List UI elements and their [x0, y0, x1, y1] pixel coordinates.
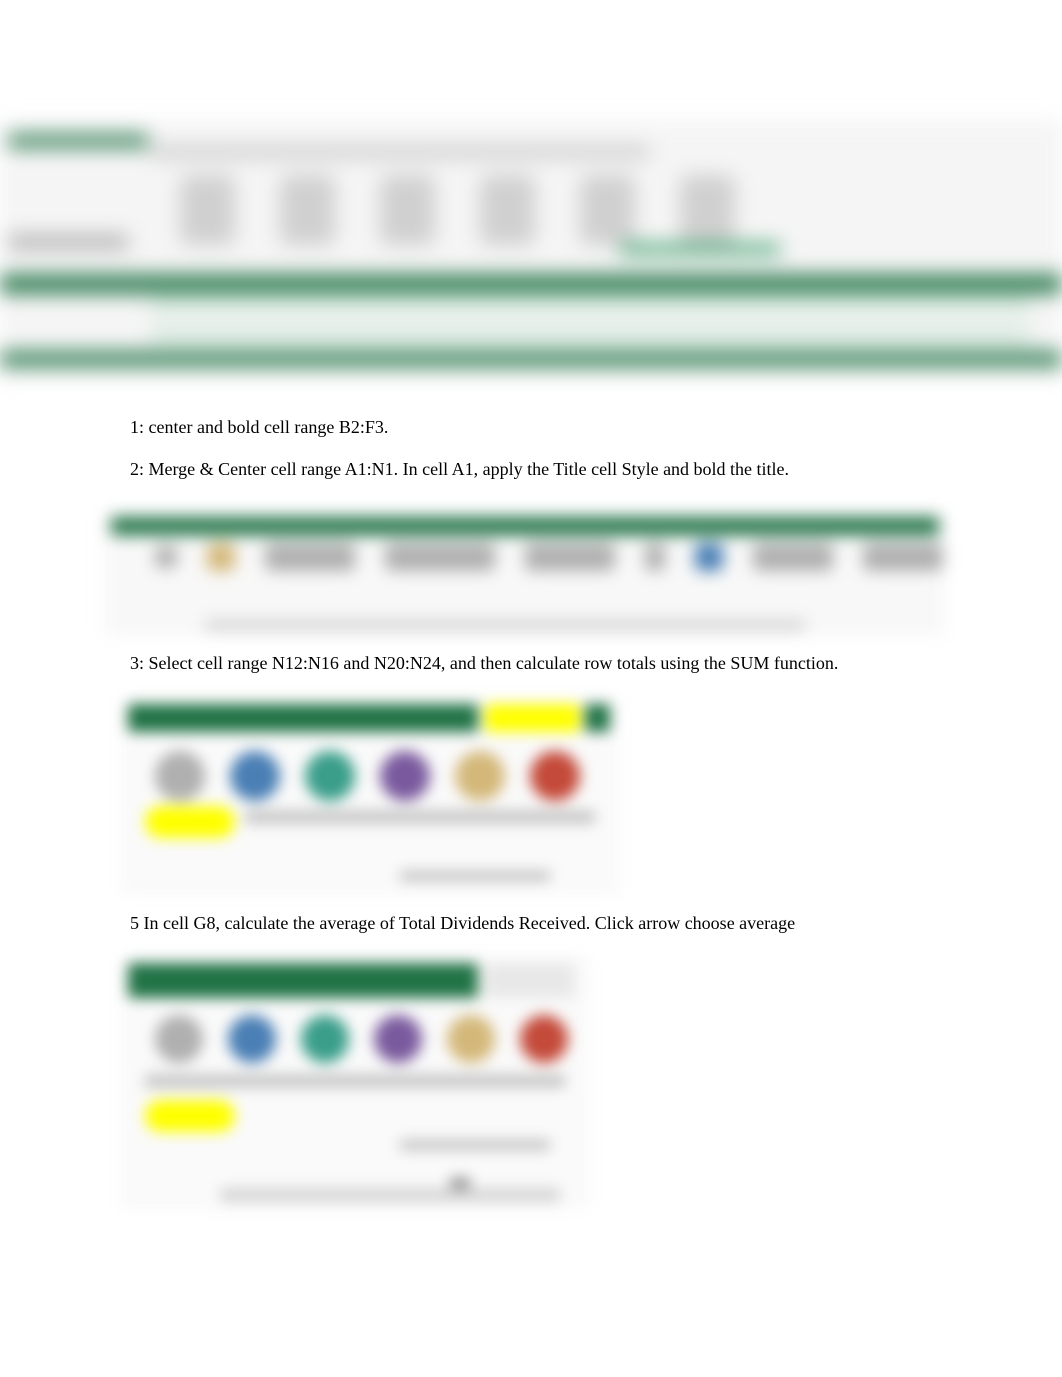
- instruction-3: 3: Select cell range N12:N16 and N20:N24…: [130, 646, 932, 680]
- instruction-1: 1: center and bold cell range B2:F3.: [130, 410, 932, 444]
- formula-ribbon-screenshot-1-blurred: [120, 696, 620, 896]
- ribbon-screenshot-blurred: [105, 511, 945, 636]
- formula-ribbon-screenshot-2-blurred: [120, 955, 590, 1210]
- spreadsheet-screenshot-blurred: [0, 120, 1062, 380]
- instruction-2: 2: Merge & Center cell range A1:N1. In c…: [130, 452, 932, 486]
- instruction-5: 5 In cell G8, calculate the average of T…: [130, 906, 932, 940]
